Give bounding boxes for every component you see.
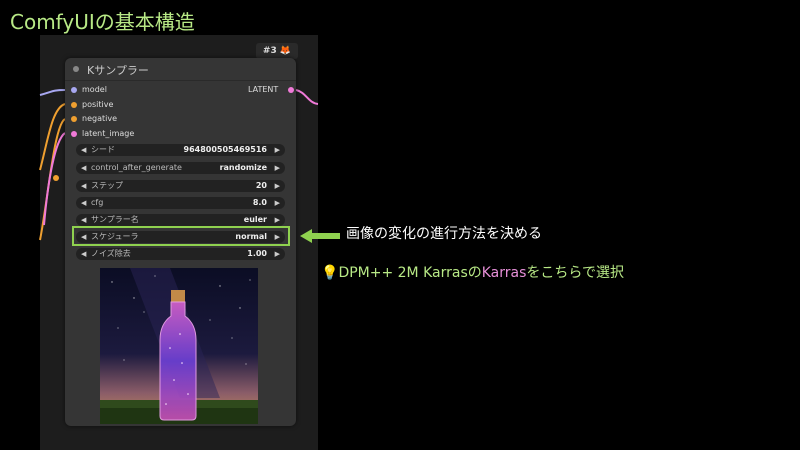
increment-arrow-icon[interactable]: ▶ bbox=[275, 162, 280, 174]
decrement-arrow-icon[interactable]: ◀ bbox=[81, 180, 86, 192]
node-title: Kサンプラー bbox=[87, 64, 149, 77]
widget-cfg[interactable]: ◀ cfg 8.0 ▶ bbox=[76, 197, 285, 209]
tip-text-highlight: Karras bbox=[481, 265, 527, 281]
output-port-dot-icon[interactable] bbox=[288, 87, 294, 93]
increment-arrow-icon[interactable]: ▶ bbox=[275, 180, 280, 192]
input-port-dot-icon[interactable] bbox=[71, 102, 77, 108]
decrement-arrow-icon[interactable]: ◀ bbox=[81, 162, 86, 174]
callout-text: 画像の変化の進行方法を決める bbox=[346, 226, 542, 242]
output-latent[interactable]: LATENT bbox=[248, 85, 294, 94]
input-positive[interactable]: positive bbox=[71, 100, 113, 109]
decrement-arrow-icon[interactable]: ◀ bbox=[81, 248, 86, 260]
tip-text-part2: をこちらで選択 bbox=[526, 265, 624, 281]
node-header[interactable]: Kサンプラー bbox=[65, 58, 296, 81]
widget-control-after-generate[interactable]: ◀ control_after_generate randomize ▶ bbox=[76, 162, 285, 174]
tip-line: 💡DPM++ 2M KarrasのKarrasをこちらで選択 bbox=[321, 262, 624, 282]
collapse-dot-icon[interactable] bbox=[73, 66, 79, 72]
input-model[interactable]: model bbox=[71, 85, 107, 94]
tip-text-part1: DPM++ 2M Karrasの bbox=[338, 265, 482, 281]
increment-arrow-icon[interactable]: ▶ bbox=[275, 197, 280, 209]
widget-steps[interactable]: ◀ ステップ 20 ▶ bbox=[76, 180, 285, 192]
arrow-left-icon bbox=[300, 229, 340, 243]
input-port-dot-icon[interactable] bbox=[71, 116, 77, 122]
input-port-dot-icon[interactable] bbox=[71, 131, 77, 137]
widget-sampler-name[interactable]: ◀ サンプラー名 euler ▶ bbox=[76, 214, 285, 226]
increment-arrow-icon[interactable]: ▶ bbox=[275, 248, 280, 260]
decrement-arrow-icon[interactable]: ◀ bbox=[81, 144, 86, 156]
preview-image bbox=[100, 268, 258, 424]
lightbulb-icon: 💡 bbox=[321, 265, 339, 281]
node-badge: #3 🦊 bbox=[256, 43, 298, 59]
increment-arrow-icon[interactable]: ▶ bbox=[275, 214, 280, 226]
decrement-arrow-icon[interactable]: ◀ bbox=[81, 197, 86, 209]
input-port-dot-icon[interactable] bbox=[71, 87, 77, 93]
decrement-arrow-icon[interactable]: ◀ bbox=[81, 214, 86, 226]
slide-title: ComfyUIの基本構造 bbox=[10, 10, 195, 34]
increment-arrow-icon[interactable]: ▶ bbox=[275, 144, 280, 156]
widget-seed[interactable]: ◀ シード 964800505469516 ▶ bbox=[76, 144, 285, 156]
input-latent-image[interactable]: latent_image bbox=[71, 129, 134, 138]
widget-denoise[interactable]: ◀ ノイズ除去 1.00 ▶ bbox=[76, 248, 285, 260]
scheduler-highlight-box bbox=[72, 226, 290, 246]
input-negative[interactable]: negative bbox=[71, 114, 117, 123]
